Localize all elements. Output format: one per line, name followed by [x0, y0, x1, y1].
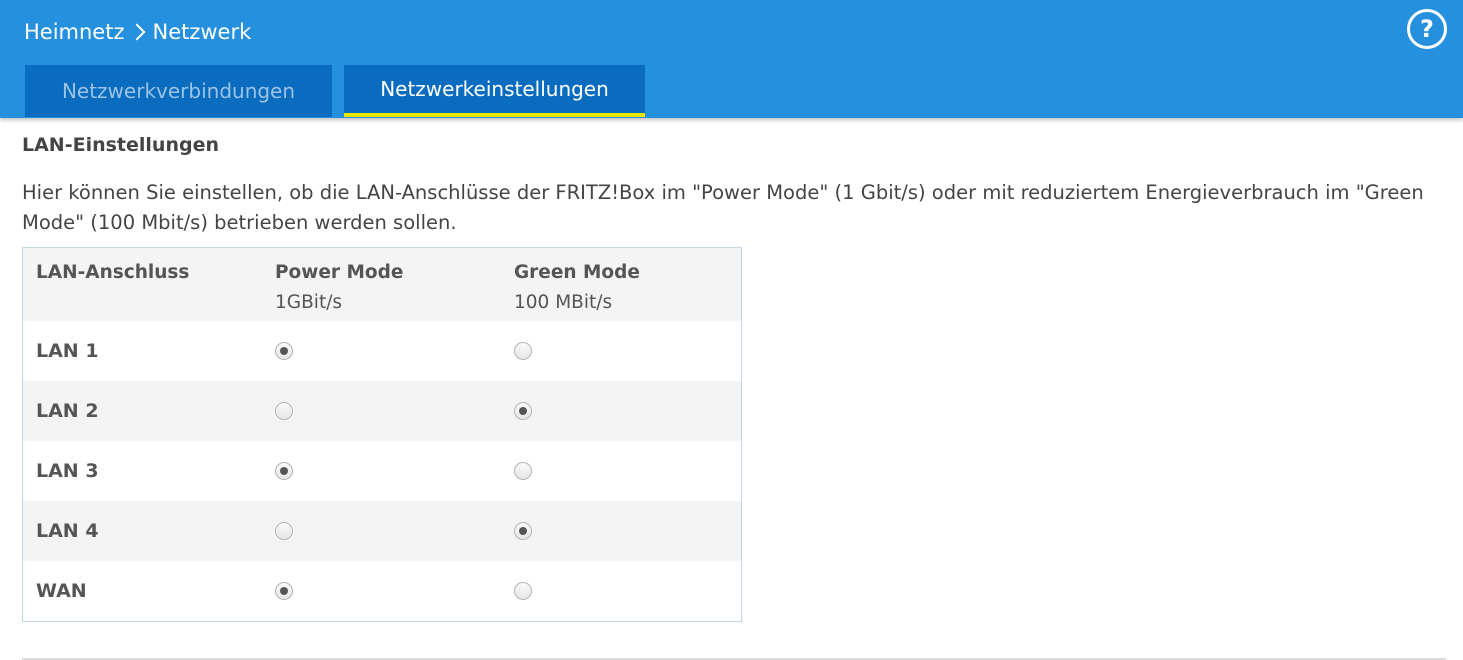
section-description: Hier können Sie einstellen, ob die LAN-A… [22, 181, 1424, 234]
header-bar: Heimnetz Netzwerk ? Netzwerkverbindungen… [0, 0, 1463, 118]
breadcrumb-parent-link[interactable]: Heimnetz [24, 20, 125, 44]
green-mode-radio[interactable] [514, 462, 532, 480]
lan-settings-table: LAN-Anschluss Power Mode 1GBit/s Green M… [22, 247, 742, 622]
green-mode-radio[interactable] [514, 522, 532, 540]
power-mode-radio[interactable] [275, 522, 293, 540]
chevron-right-icon [128, 23, 145, 41]
table-row: WAN [23, 561, 741, 621]
section-title: LAN-Einstellungen [22, 134, 219, 156]
table-row: LAN 4 [23, 501, 741, 561]
power-mode-radio[interactable] [275, 402, 293, 420]
power-mode-radio[interactable] [275, 462, 293, 480]
port-label: WAN [36, 580, 87, 602]
help-icon[interactable]: ? [1407, 9, 1447, 49]
column-header-port: LAN-Anschluss [36, 262, 190, 283]
green-mode-radio[interactable] [514, 402, 532, 420]
column-header-power-speed: 1GBit/s [275, 292, 343, 313]
column-header-green-speed: 100 MBit/s [514, 292, 613, 313]
breadcrumb-current: Netzwerk [152, 20, 252, 44]
tab-netzwerkverbindungen[interactable]: Netzwerkverbindungen [25, 65, 332, 117]
column-header-green-mode: Green Mode 100 MBit/s [514, 258, 640, 318]
breadcrumb: Heimnetz Netzwerk [24, 17, 251, 47]
table-header: LAN-Anschluss Power Mode 1GBit/s Green M… [23, 248, 741, 321]
tab-label: Netzwerkeinstellungen [380, 77, 609, 101]
table-row: LAN 1 [23, 321, 741, 381]
port-label: LAN 3 [36, 460, 99, 482]
power-mode-radio[interactable] [275, 342, 293, 360]
port-label: LAN 2 [36, 400, 99, 422]
green-mode-radio[interactable] [514, 582, 532, 600]
tab-label: Netzwerkverbindungen [61, 79, 296, 103]
table-row: LAN 2 [23, 381, 741, 441]
power-mode-radio[interactable] [275, 582, 293, 600]
tab-netzwerkeinstellungen[interactable]: Netzwerkeinstellungen [344, 65, 645, 117]
column-header-green-label: Green Mode [514, 262, 640, 283]
green-mode-radio[interactable] [514, 342, 532, 360]
port-label: LAN 1 [36, 340, 99, 362]
table-row: LAN 3 [23, 441, 741, 501]
column-header-power-mode: Power Mode 1GBit/s [275, 258, 403, 318]
column-header-power-label: Power Mode [275, 262, 404, 283]
port-label: LAN 4 [36, 520, 99, 542]
